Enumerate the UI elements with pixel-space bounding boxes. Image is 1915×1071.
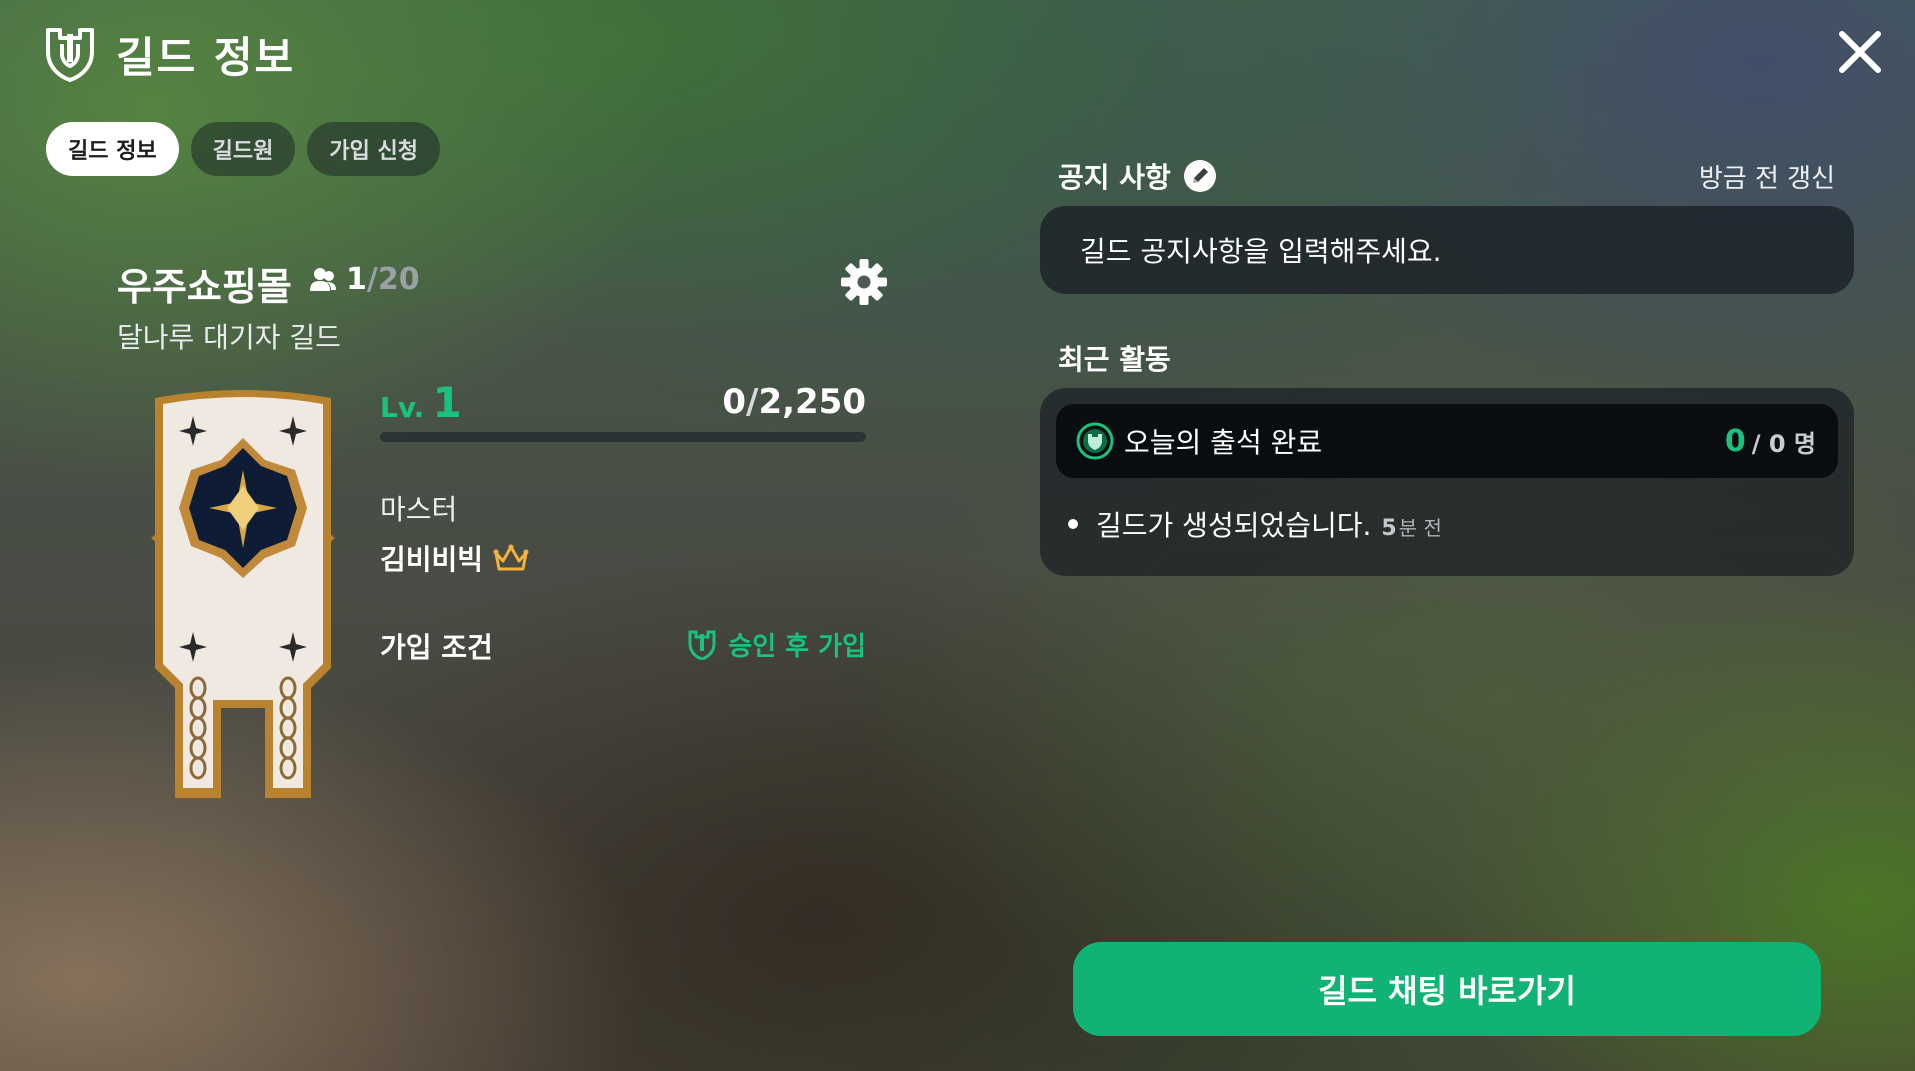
xp-progress-bar	[380, 432, 866, 442]
join-condition-label: 가입 조건	[380, 631, 493, 664]
notice-input[interactable]: 길드 공지사항을 입력해주세요.	[1040, 206, 1854, 294]
members-icon	[310, 267, 336, 291]
xp-current: 0	[722, 382, 747, 422]
tab-guild-members[interactable]: 길드원	[190, 122, 296, 176]
notice-updated-time: 방금 전 갱신	[1698, 164, 1835, 194]
recent-activity-title: 최근 활동	[1058, 343, 1171, 376]
crown-icon	[493, 544, 529, 571]
pencil-icon[interactable]	[1183, 159, 1217, 193]
activity-time-unit: 분 전	[1398, 516, 1442, 540]
activity-item: 길드가 생성되었습니다. 5 분 전	[1068, 504, 1442, 544]
guild-name: 우주쇼핑몰	[117, 265, 292, 309]
guild-chat-button[interactable]: 길드 채팅 바로가기	[1073, 942, 1821, 1036]
gear-icon[interactable]	[840, 258, 888, 306]
master-name: 김비비빅	[380, 543, 484, 576]
notice-header: 공지 사항	[1058, 156, 1217, 196]
join-condition-value: 승인 후 가입	[688, 626, 866, 663]
recent-activity-panel: 오늘의 출석 완료 0 / 0 명 길드가 생성되었습니다. 5 분 전	[1040, 388, 1854, 576]
guild-shield-icon	[46, 28, 94, 82]
tab-bar: 길드 정보 길드원 가입 신청	[46, 122, 452, 176]
level-prefix: Lv.	[380, 391, 425, 424]
tab-guild-info[interactable]: 길드 정보	[46, 122, 179, 176]
xp-max: 2,250	[758, 382, 866, 422]
xp-separator: /	[746, 382, 759, 422]
master-label: 마스터	[380, 493, 458, 526]
page-title: 길드 정보	[116, 32, 296, 82]
attendance-total: / 0 명	[1751, 429, 1816, 458]
attendance-check-icon	[1076, 422, 1114, 460]
bullet-dot	[1068, 519, 1078, 529]
guild-emblem-banner	[151, 390, 335, 798]
attendance-label: 오늘의 출석 완료	[1124, 426, 1323, 459]
attendance-row: 오늘의 출석 완료 0 / 0 명	[1056, 404, 1838, 478]
panel-header: 길드 정보	[44, 24, 295, 84]
attendance-count: 0	[1724, 423, 1746, 459]
notice-title: 공지 사항	[1058, 161, 1171, 194]
member-current: 1	[346, 262, 367, 297]
member-max: 20	[377, 262, 420, 297]
member-count: 1 / 20	[308, 262, 420, 297]
join-condition-text: 승인 후 가입	[728, 632, 866, 662]
master-name-row: 김비비빅	[380, 538, 529, 578]
guild-level: Lv. 1	[380, 378, 462, 427]
level-number: 1	[432, 378, 462, 427]
tab-join-requests[interactable]: 가입 신청	[307, 122, 440, 176]
xp-readout: 0/2,250	[722, 382, 866, 422]
activity-time-number: 5	[1381, 516, 1397, 541]
activity-text: 길드가 생성되었습니다.	[1096, 509, 1372, 542]
member-separator: /	[366, 262, 378, 297]
guild-shield-icon	[688, 630, 716, 660]
close-icon[interactable]	[1836, 28, 1884, 76]
guild-description: 달나루 대기자 길드	[117, 321, 341, 354]
